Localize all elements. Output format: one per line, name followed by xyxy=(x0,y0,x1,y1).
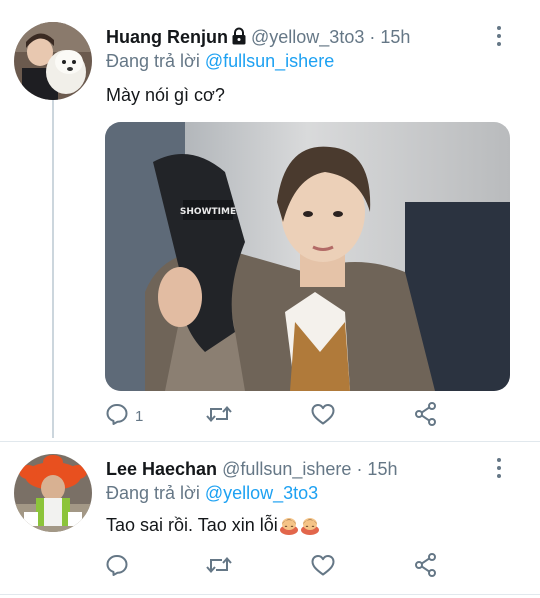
share-button[interactable] xyxy=(413,552,439,582)
share-icon xyxy=(413,401,439,432)
replying-to-label: Đang trả lời xyxy=(106,483,200,503)
timestamp[interactable]: · 15h xyxy=(369,27,410,47)
handle[interactable]: @fullsun_ishere xyxy=(222,459,351,479)
retweet-button[interactable] xyxy=(205,401,233,431)
share-button[interactable] xyxy=(413,401,439,431)
tweet-header: Huang Renjun @yellow_3to3 · 15h xyxy=(106,26,410,50)
lock-icon xyxy=(231,27,247,50)
slipper-logo-text: SHOWTIME xyxy=(180,207,236,217)
reply-button[interactable] xyxy=(105,552,135,582)
tweet-header: Lee Haechan @fullsun_ishere · 15h xyxy=(106,458,397,480)
like-button[interactable] xyxy=(310,401,336,431)
retweet-icon xyxy=(205,553,233,582)
timestamp[interactable]: · 15h xyxy=(356,459,397,479)
retweet-icon xyxy=(205,402,233,431)
reply-icon xyxy=(105,402,129,431)
handle[interactable]: @yellow_3to3 xyxy=(251,27,364,47)
person-bowing-emoji xyxy=(279,515,299,540)
display-name[interactable]: Lee Haechan xyxy=(106,459,217,479)
person-bowing-emoji xyxy=(300,515,320,540)
like-button[interactable] xyxy=(310,552,336,582)
display-name[interactable]: Huang Renjun xyxy=(106,27,228,47)
share-icon xyxy=(413,552,439,583)
more-options-icon[interactable] xyxy=(494,24,504,48)
mention-link[interactable]: @fullsun_ishere xyxy=(205,51,334,71)
bottom-divider xyxy=(0,594,540,595)
retweet-button[interactable] xyxy=(205,552,233,582)
like-icon xyxy=(310,553,336,582)
tweet-media-image[interactable]: SHOWTIME xyxy=(105,122,510,391)
avatar[interactable] xyxy=(14,454,92,532)
like-icon xyxy=(310,402,336,431)
avatar[interactable] xyxy=(14,22,92,100)
replying-to-label: Đang trả lời xyxy=(106,51,200,71)
tweet-actions: 1 xyxy=(105,401,445,431)
reply-icon xyxy=(105,553,129,582)
tweet-text: Tao sai rồi. Tao xin lỗi xyxy=(106,515,278,535)
replying-to: Đang trả lời @fullsun_ishere xyxy=(106,50,334,72)
reply-count: 1 xyxy=(135,407,144,425)
tweet-actions xyxy=(105,552,445,582)
tweet-haechan[interactable]: Lee Haechan @fullsun_ishere · 15h Đang t… xyxy=(0,442,540,592)
replying-to: Đang trả lời @yellow_3to3 xyxy=(106,482,318,504)
tweet-text-line: Tao sai rồi. Tao xin lỗi xyxy=(106,514,320,540)
tweet-renjun[interactable]: Huang Renjun @yellow_3to3 · 15h Đang trả … xyxy=(0,0,540,440)
tweet-text: Mày nói gì cơ? xyxy=(106,85,225,105)
mention-link[interactable]: @yellow_3to3 xyxy=(205,483,318,503)
more-options-icon[interactable] xyxy=(494,456,504,480)
reply-button[interactable]: 1 xyxy=(105,401,143,431)
